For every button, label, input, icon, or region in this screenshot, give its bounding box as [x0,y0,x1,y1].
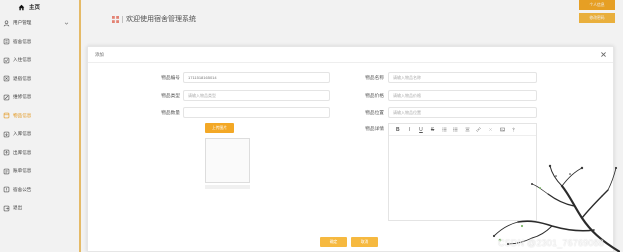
item-id-input[interactable] [183,72,330,83]
dialog-title: 添加 [95,52,104,57]
bullet-list-icon[interactable] [450,124,462,135]
field-label-item-detail: 物品详情 [365,126,384,131]
bold-button[interactable]: B [392,124,404,135]
field-label-item-price: 物品价格 [365,93,384,98]
item-name-input[interactable] [388,72,537,83]
align-icon[interactable] [462,124,474,135]
field-label-item-location: 物品位置 [365,110,384,115]
clear-format-icon[interactable] [485,124,497,135]
item-type-input[interactable] [183,90,330,101]
dialog-header: 添加 [88,47,613,63]
editor-toolbar: B I U S [389,124,536,136]
help-icon[interactable] [508,124,520,135]
dialog-actions: 确定 取消 [320,237,378,247]
cancel-button[interactable]: 取消 [351,237,378,247]
field-label-item-type: 物品类型 [161,93,180,98]
ordered-list-icon[interactable] [438,124,450,135]
italic-button[interactable]: I [404,124,416,135]
underline-button[interactable]: U [415,124,427,135]
strikethrough-button[interactable]: S [427,124,439,135]
image-preview-box[interactable] [205,138,250,183]
item-price-input[interactable] [388,90,537,101]
image-caption-placeholder [205,185,250,189]
item-quantity-input[interactable] [183,107,330,118]
field-label-item-id: 物品编号 [161,75,180,80]
close-icon[interactable] [600,51,607,58]
field-label-item-name: 物品名称 [365,75,384,80]
image-icon[interactable] [496,124,508,135]
link-icon[interactable] [473,124,485,135]
item-location-input[interactable] [388,107,537,118]
upload-image-button[interactable]: 上传图片 [205,123,234,133]
confirm-button[interactable]: 确定 [320,237,347,247]
field-label-item-quantity: 物品数量 [161,110,180,115]
watermark-text: CSDN @2301_76769088 [498,238,605,248]
